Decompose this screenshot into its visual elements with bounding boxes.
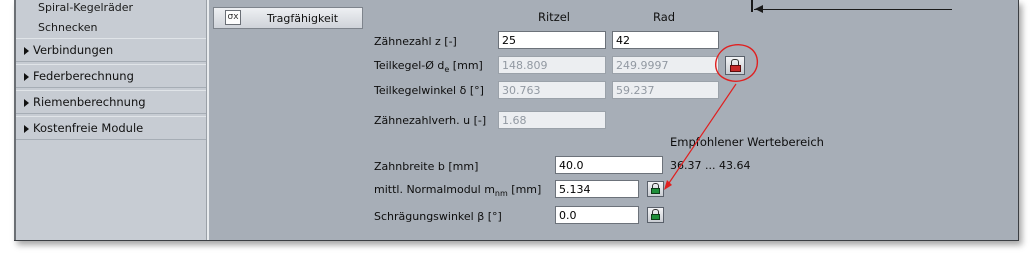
teilkegelwinkel-ritzel-field bbox=[498, 81, 606, 99]
empfohlener-wertebereich-header: Empfohlener Wertebereich bbox=[670, 135, 824, 149]
lock-button-normalmodul[interactable] bbox=[647, 181, 664, 197]
sidebar-item-label: Riemenberechnung bbox=[33, 95, 146, 109]
teilkegel-durchmesser-ritzel-field bbox=[498, 56, 606, 74]
zaehnezahlverhaeltnis-field bbox=[498, 111, 606, 129]
expand-arrow-icon bbox=[24, 47, 29, 55]
dimension-line-tick bbox=[751, 0, 753, 12]
sigma-x-icon: σx bbox=[225, 10, 241, 25]
teilkegel-durchmesser-label: Teilkegel-Ø de [mm] bbox=[374, 59, 483, 75]
tragfaehigkeit-label: Tragfähigkeit bbox=[267, 12, 339, 25]
column-header-rad: Rad bbox=[653, 10, 676, 24]
sidebar-item-label: Federberechnung bbox=[33, 69, 134, 83]
teilkegelwinkel-rad-field bbox=[612, 81, 719, 99]
zahnbreite-input[interactable] bbox=[555, 156, 663, 174]
sidebar: Spiral-Kegelräder Schnecken Verbindungen… bbox=[16, 0, 206, 240]
sidebar-item-label: Kostenfreie Module bbox=[33, 121, 144, 135]
sidebar-item-verbindungen[interactable]: Verbindungen bbox=[16, 38, 206, 62]
lock-button-schraegungswinkel[interactable] bbox=[647, 207, 664, 223]
sidebar-subitem-schnecken[interactable]: Schnecken bbox=[38, 21, 98, 34]
expand-arrow-icon bbox=[24, 99, 29, 107]
teilkegelwinkel-label: Teilkegelwinkel δ [°] bbox=[374, 84, 484, 97]
sidebar-item-kostenfreie-module[interactable]: Kostenfreie Module bbox=[16, 116, 206, 140]
zahnbreite-range: 36.37 ... 43.64 bbox=[670, 159, 751, 172]
dimension-line bbox=[754, 9, 952, 10]
zaehnezahlverhaeltnis-label: Zähnezahlverh. u [-] bbox=[374, 114, 487, 127]
sidebar-item-label: Verbindungen bbox=[33, 43, 114, 57]
sidebar-subitem-spiral-kegelraeder[interactable]: Spiral-Kegelräder bbox=[38, 1, 133, 14]
tragfaehigkeit-button[interactable]: σx Tragfähigkeit bbox=[213, 7, 363, 29]
sidebar-item-riemenberechnung[interactable]: Riemenberechnung bbox=[16, 90, 206, 114]
zahnbreite-label: Zahnbreite b [mm] bbox=[374, 160, 479, 173]
column-header-ritzel: Ritzel bbox=[538, 10, 571, 24]
zaehnezahl-label: Zähnezahl z [-] bbox=[374, 35, 457, 48]
normalmodul-input[interactable] bbox=[555, 180, 639, 198]
expand-arrow-icon bbox=[24, 73, 29, 81]
normalmodul-label: mittl. Normalmodul mnm [mm] bbox=[374, 183, 542, 199]
zaehnezahl-ritzel-input[interactable] bbox=[498, 31, 606, 49]
expand-arrow-icon bbox=[24, 125, 29, 133]
sidebar-item-federberechnung[interactable]: Federberechnung bbox=[16, 64, 206, 88]
zaehnezahl-rad-input[interactable] bbox=[612, 31, 719, 49]
schraegungswinkel-label: Schrägungswinkel β [°] bbox=[374, 210, 502, 223]
lock-button-teilkegel[interactable] bbox=[725, 56, 745, 75]
arrow-left-icon bbox=[755, 5, 763, 13]
teilkegel-durchmesser-rad-field bbox=[612, 56, 719, 74]
schraegungswinkel-input[interactable] bbox=[555, 206, 639, 224]
